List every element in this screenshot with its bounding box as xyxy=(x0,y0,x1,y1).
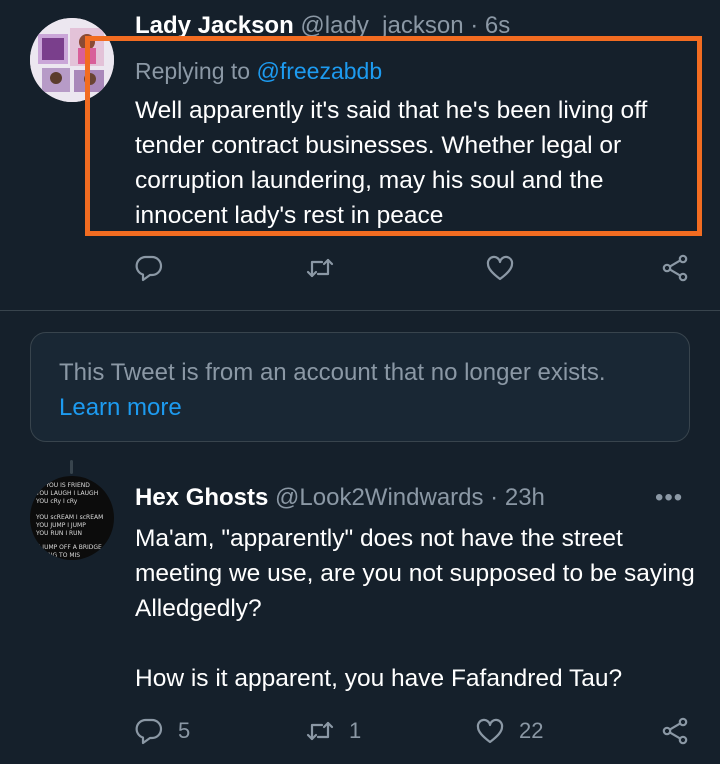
tweet2-actions: 5 1 22 xyxy=(0,716,720,752)
tweet1-retweet-button[interactable] xyxy=(305,253,335,283)
avatar-meme-line: YOU JUMP I JUMP xyxy=(36,522,86,529)
heart-icon xyxy=(486,255,514,281)
heart-icon xyxy=(476,718,504,744)
retweet-icon xyxy=(306,721,334,741)
reply-icon xyxy=(135,718,163,745)
tweet2-handle[interactable]: @Look2Windwards xyxy=(275,484,483,511)
avatar-meme-line: YOU scREAM I scREAM xyxy=(36,514,104,521)
tweet2-text: Ma'am, "apparently" does not have the st… xyxy=(135,521,695,696)
learn-more-link[interactable]: Learn more xyxy=(59,390,606,425)
divider xyxy=(0,310,720,311)
avatar-meme-line: YOU cRy I cRy xyxy=(36,498,78,505)
more-options-icon[interactable]: ••• xyxy=(655,484,683,512)
tweet1-dot: · xyxy=(470,12,479,39)
tweet1-actions xyxy=(0,253,720,289)
avatar-meme-line: NG TO MIS xyxy=(48,552,81,559)
tweet2-display-name[interactable]: Hex Ghosts xyxy=(135,484,268,511)
share-icon xyxy=(662,254,688,282)
highlight-box xyxy=(85,36,702,236)
thread-line xyxy=(70,460,73,474)
like-count: 22 xyxy=(519,718,544,743)
tweet2-paragraph-1: Ma'am, "apparently" does not have the st… xyxy=(135,525,695,622)
avatar-hex-ghosts[interactable]: u YOU IS FRIEND YOU LAUGH I LAUGH YOU cRy … xyxy=(30,476,114,560)
tweet2-paragraph-2: How is it apparent, you have Fafandred T… xyxy=(135,665,623,692)
avatar-meme-line: YOU LAUGH I LAUGH xyxy=(36,490,99,497)
unavailable-tweet-message: This Tweet is from an account that no lo… xyxy=(59,359,606,386)
tweet2-dot: · xyxy=(490,484,499,511)
tweet2-header: Hex Ghosts @Look2Windwards · 23h xyxy=(135,484,545,512)
tweet1-display-name[interactable]: Lady Jackson xyxy=(135,12,294,39)
tweet2-retweet-button[interactable]: 1 xyxy=(305,716,361,746)
tweet2-share-button[interactable] xyxy=(660,716,690,746)
avatar-meme-line: U JUMP OFF A BRIDGE xyxy=(36,544,102,551)
retweet-count: 1 xyxy=(349,718,362,743)
reply-count: 5 xyxy=(178,718,191,743)
tweet1-time[interactable]: 6s xyxy=(485,12,510,39)
unavailable-tweet-notice: This Tweet is from an account that no lo… xyxy=(30,332,690,442)
avatar-meme-line: YOU RUN I RUN xyxy=(36,530,83,537)
tweet1-handle[interactable]: @lady_jackson xyxy=(300,12,463,39)
tweet2-reply-button[interactable]: 5 xyxy=(134,716,190,746)
tweet1-share-button[interactable] xyxy=(660,253,690,283)
tweet2-time[interactable]: 23h xyxy=(505,484,545,511)
tweet1-like-button[interactable] xyxy=(485,253,515,283)
retweet-icon xyxy=(306,258,334,278)
tweet2-like-button[interactable]: 22 xyxy=(475,716,543,746)
avatar-meme-line: u YOU IS FRIEND xyxy=(40,482,90,489)
share-icon xyxy=(662,717,688,745)
reply-icon xyxy=(135,255,163,282)
tweet1-reply-button[interactable] xyxy=(134,253,164,283)
